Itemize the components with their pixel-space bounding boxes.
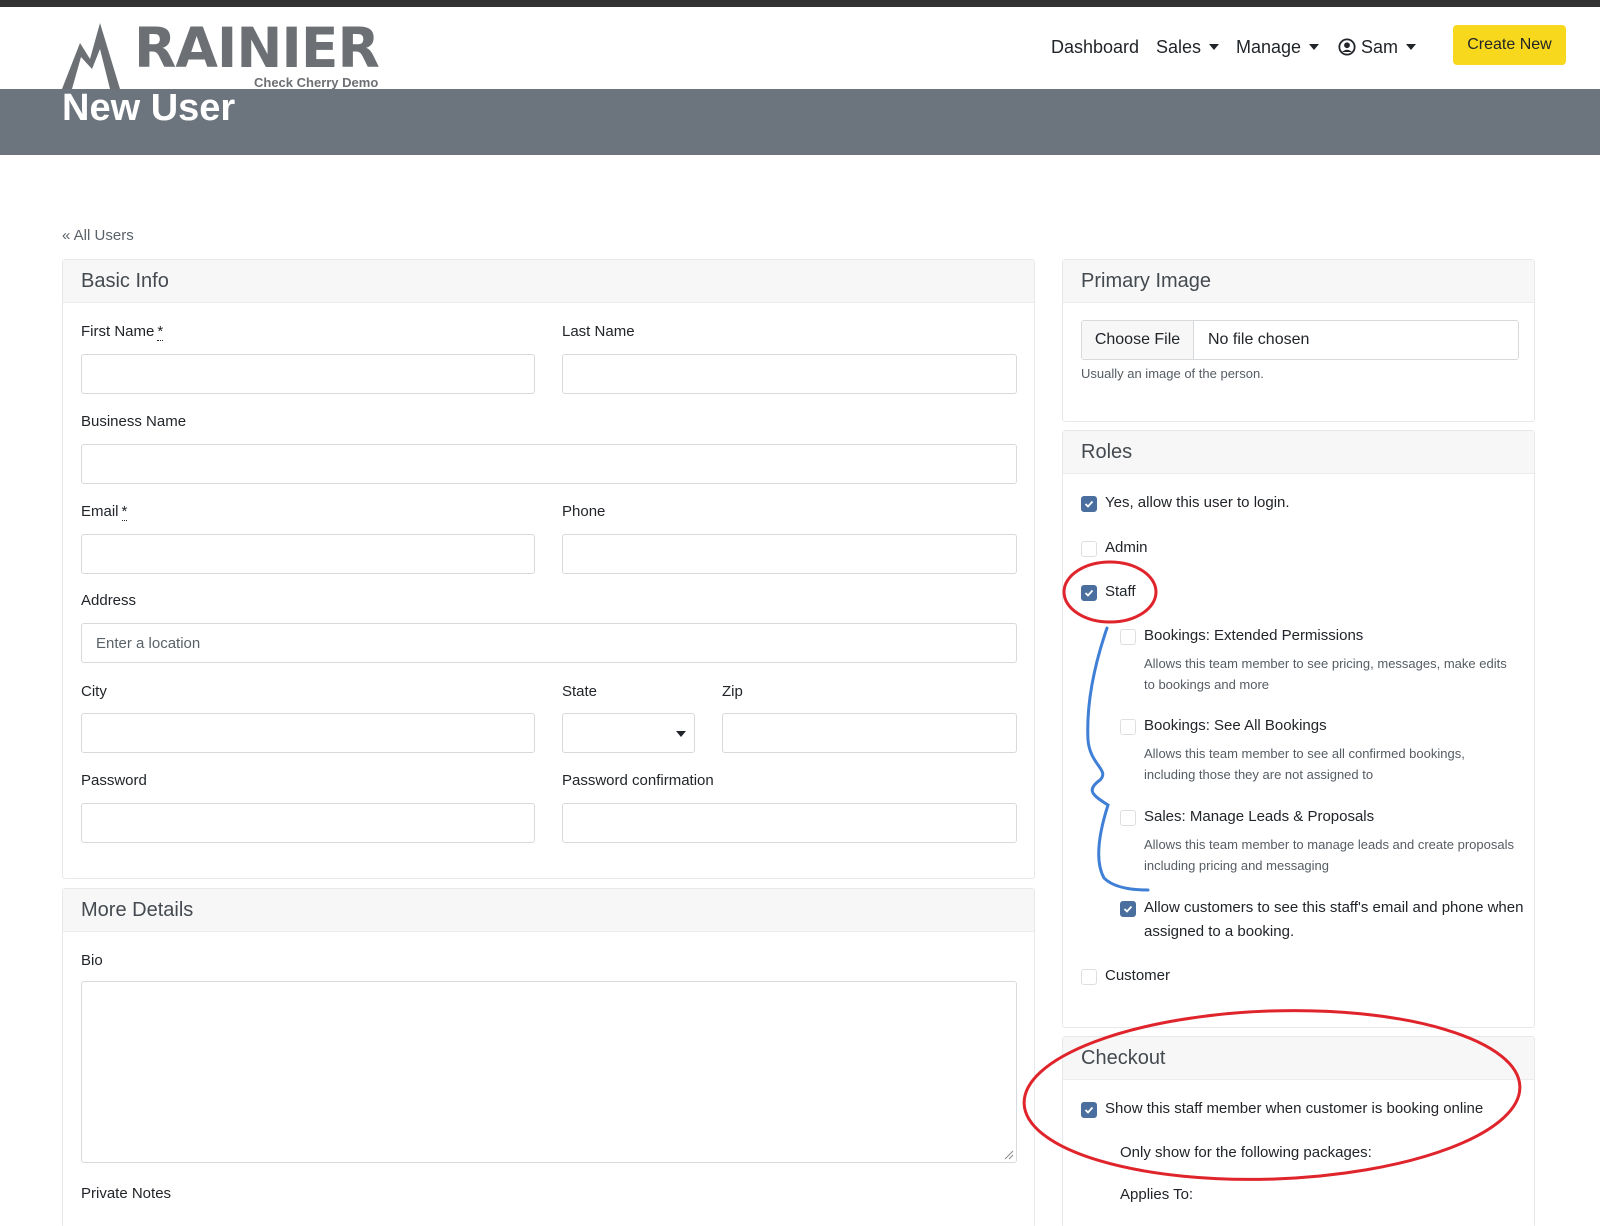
check-icon [1084, 589, 1094, 597]
last-name-label: Last Name [562, 323, 635, 340]
extended-permissions-help: Allows this team member to see pricing, … [1144, 656, 1507, 692]
city-label: City [81, 683, 107, 700]
email-label-text: Email [81, 503, 119, 520]
file-name-display: No file chosen [1208, 331, 1310, 348]
chevron-down-icon [1209, 44, 1220, 50]
logo[interactable]: RAINIER Check Cherry Demo [62, 15, 392, 95]
address-field[interactable]: Enter a location [81, 623, 1017, 663]
manage-leads-label: Sales: Manage Leads & Proposals [1144, 808, 1375, 825]
primary-image-card: Primary Image Choose File No file chosen… [1062, 259, 1535, 422]
state-label: State [562, 683, 598, 700]
basic-info-header: Basic Info [63, 260, 1034, 303]
allow-login-label: Yes, allow this user to login. [1105, 494, 1290, 511]
first-name-label: First Name * [81, 323, 164, 341]
business-name-field[interactable] [81, 444, 1017, 484]
checkout-header: Checkout [1063, 1037, 1534, 1080]
email-field[interactable] [81, 534, 535, 574]
user-circle-icon [1338, 38, 1356, 56]
show-staff-label: Show this staff member when customer is … [1105, 1100, 1484, 1117]
extended-permissions-checkbox[interactable] [1120, 629, 1136, 645]
nav-user-label: Sam [1361, 37, 1399, 57]
more-details-header: More Details [63, 889, 1034, 932]
private-notes-label: Private Notes [81, 1185, 172, 1202]
primary-image-header: Primary Image [1063, 260, 1534, 303]
zip-label: Zip [722, 683, 743, 700]
extended-permissions-label: Bookings: Extended Permissions [1144, 627, 1364, 644]
city-field[interactable] [81, 713, 535, 753]
checkout-card: Checkout Show this staff member when cus… [1062, 1036, 1535, 1226]
see-all-bookings-checkbox[interactable] [1120, 719, 1136, 735]
roles-header: Roles [1063, 431, 1534, 474]
only-show-packages-label: Only show for the following packages: [1120, 1144, 1372, 1161]
address-label: Address [81, 592, 137, 609]
zip-field[interactable] [722, 713, 1017, 753]
staff-checkbox[interactable] [1081, 585, 1097, 601]
password-confirmation-label: Password confirmation [562, 772, 714, 789]
contact-visible-checkbox[interactable] [1120, 901, 1136, 917]
required-marker: * [121, 503, 128, 521]
check-icon [1084, 500, 1094, 508]
nav-user-menu[interactable]: Sam [1338, 37, 1417, 58]
email-label: Email * [81, 503, 128, 521]
allow-login-checkbox[interactable] [1081, 496, 1097, 512]
navbar: RAINIER Check Cherry Demo Dashboard Sale… [0, 7, 1600, 90]
page-title: New User [62, 87, 236, 129]
business-name-label: Business Name [81, 413, 187, 430]
contact-visible-label: Allow customers to see this staff's emai… [1144, 899, 1524, 940]
all-users-link[interactable]: « All Users [62, 227, 134, 244]
admin-checkbox[interactable] [1081, 541, 1097, 557]
manage-leads-help: Allows this team member to manage leads … [1144, 837, 1514, 873]
password-confirmation-field[interactable] [562, 803, 1017, 843]
state-select[interactable] [562, 713, 695, 753]
bio-textarea[interactable] [81, 981, 1017, 1163]
logo-wordmark: RAINIER [134, 16, 380, 80]
logo-subtitle: Check Cherry Demo [254, 75, 379, 90]
basic-info-card: Basic Info First Name * Last Name Busines… [62, 259, 1035, 879]
phone-label: Phone [562, 503, 606, 520]
page-banner: New User [0, 87, 1600, 155]
create-new-button[interactable]: Create New [1453, 25, 1566, 65]
required-marker: * [157, 323, 164, 341]
staff-label: Staff [1105, 583, 1136, 600]
nav-sales[interactable]: Sales [1156, 37, 1220, 58]
chevron-down-icon [1309, 44, 1320, 50]
admin-label: Admin [1105, 539, 1148, 556]
roles-card: Roles Yes, allow this user to login. Adm… [1062, 430, 1535, 1028]
nav-manage-label: Manage [1236, 37, 1302, 57]
primary-image-help: Usually an image of the person. [1081, 366, 1264, 381]
resize-grip-icon[interactable] [1004, 1150, 1014, 1160]
chevron-down-icon [1406, 44, 1417, 50]
see-all-bookings-label: Bookings: See All Bookings [1144, 717, 1327, 734]
customer-checkbox[interactable] [1081, 969, 1097, 985]
show-staff-checkbox[interactable] [1081, 1102, 1097, 1118]
applies-to-label: Applies To: [1120, 1186, 1194, 1203]
password-label: Password [81, 772, 147, 789]
phone-field[interactable] [562, 534, 1017, 574]
more-details-card: More Details Bio Private Notes [62, 888, 1035, 1226]
choose-file-button[interactable]: Choose File [1082, 321, 1194, 359]
top-strip [0, 0, 1600, 7]
nav-dashboard[interactable]: Dashboard [1051, 37, 1139, 58]
bio-label: Bio [81, 952, 103, 969]
first-name-field[interactable] [81, 354, 535, 394]
mountain-logo-icon [62, 23, 120, 89]
see-all-bookings-help: Allows this team member to see all confi… [1144, 746, 1465, 782]
first-name-label-text: First Name [81, 323, 155, 340]
password-field[interactable] [81, 803, 535, 843]
customer-label: Customer [1105, 967, 1171, 984]
file-input[interactable]: Choose File No file chosen [1081, 320, 1519, 360]
check-icon [1123, 905, 1133, 913]
chevron-down-icon [676, 731, 686, 737]
last-name-field[interactable] [562, 354, 1017, 394]
nav-manage[interactable]: Manage [1236, 37, 1320, 58]
nav-sales-label: Sales [1156, 37, 1202, 57]
check-icon [1084, 1106, 1094, 1114]
manage-leads-checkbox[interactable] [1120, 810, 1136, 826]
